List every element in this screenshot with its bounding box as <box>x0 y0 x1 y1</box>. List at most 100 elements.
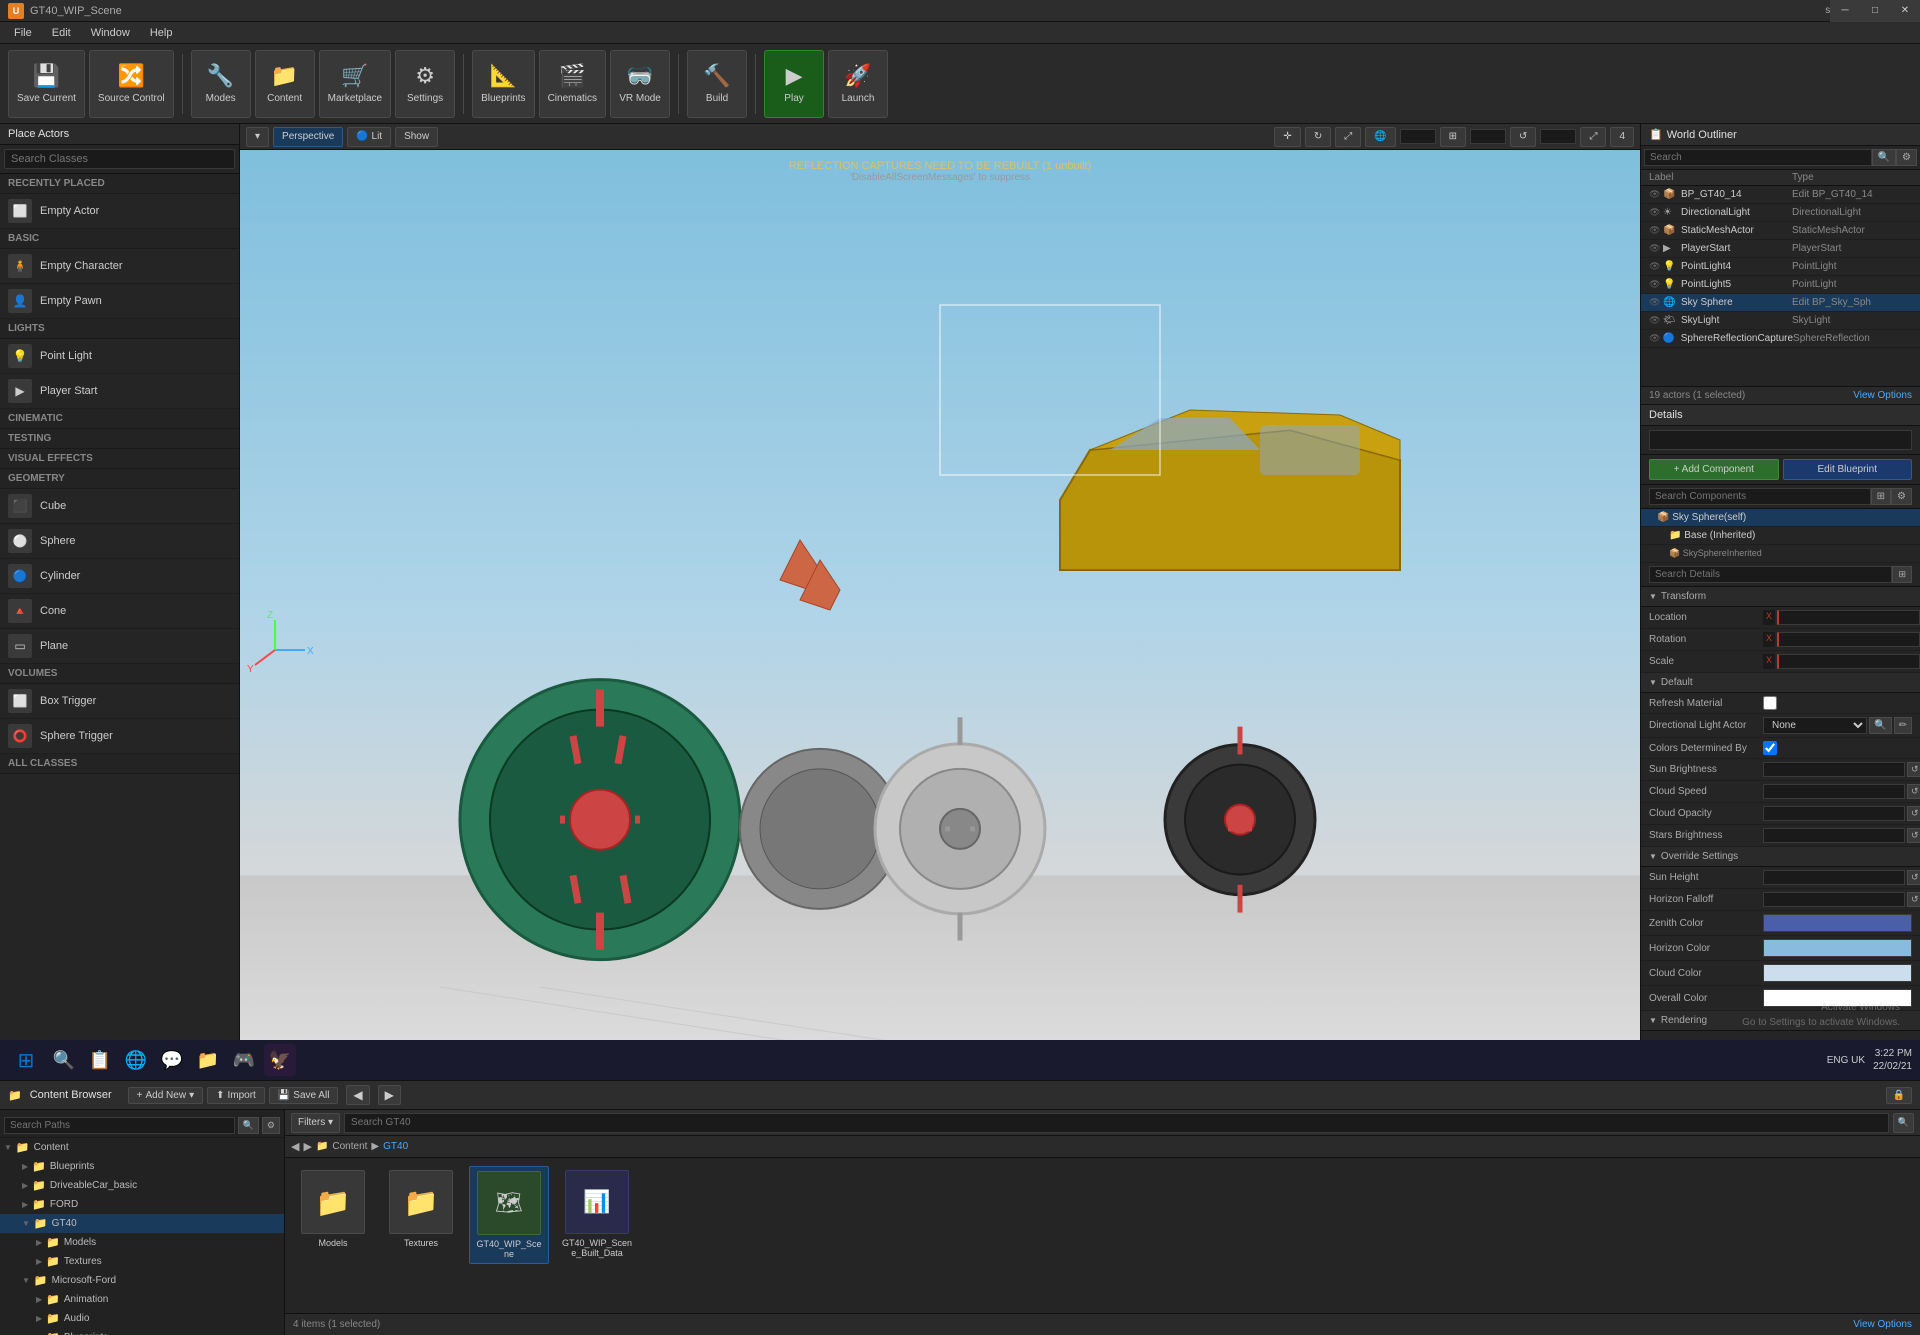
actor-point-light[interactable]: 💡 Point Light <box>0 339 239 374</box>
maximize-button[interactable]: □ <box>1860 0 1890 22</box>
category-lights[interactable]: Lights <box>0 319 239 339</box>
cb-path-back[interactable]: ◀ <box>291 1140 299 1153</box>
cloud-opacity-input[interactable]: 0.0 <box>1763 806 1905 821</box>
actor-cone[interactable]: 🔺 Cone <box>0 594 239 629</box>
override-settings-header[interactable]: ▼ Override Settings <box>1641 847 1920 867</box>
cb-item-built-data[interactable]: 📊 GT40_WIP_Scene_Built_Data <box>557 1166 637 1264</box>
scale-snap-button[interactable]: ⤢ <box>1580 127 1606 147</box>
cloud-speed-reset[interactable]: ↺ <box>1907 784 1920 799</box>
outliner-item-directional-light[interactable]: 👁 ☀ DirectionalLight DirectionalLight <box>1641 204 1920 222</box>
search-details-input[interactable] <box>1649 566 1892 583</box>
rotate-button[interactable]: ↻ <box>1305 127 1331 147</box>
refresh-material-checkbox[interactable] <box>1763 696 1777 710</box>
actor-empty-character[interactable]: 🧍 Empty Character <box>0 249 239 284</box>
tree-ford[interactable]: ▶ 📁 FORD <box>0 1195 284 1214</box>
outliner-search-input[interactable] <box>1644 149 1872 166</box>
category-visual-effects[interactable]: Visual Effects <box>0 449 239 469</box>
lit-button[interactable]: 🔵 Lit <box>347 127 391 147</box>
search-components-input[interactable] <box>1649 488 1871 505</box>
category-testing[interactable]: Testing <box>0 429 239 449</box>
default-section-header[interactable]: ▼ Default <box>1641 673 1920 693</box>
directional-light-actor-edit[interactable]: ✏ <box>1894 717 1912 734</box>
component-layout-button[interactable]: ⊞ <box>1871 488 1891 505</box>
directional-light-actor-pick[interactable]: 🔍 <box>1869 717 1891 734</box>
rotation-snap-button[interactable]: ↺ <box>1510 127 1536 147</box>
cb-search-button[interactable]: 🔍 <box>1893 1113 1914 1133</box>
outliner-options-button[interactable]: ⚙ <box>1896 149 1917 166</box>
outliner-search-button[interactable]: 🔍 <box>1872 149 1896 166</box>
add-component-button[interactable]: + Add Component <box>1649 459 1779 480</box>
directional-light-actor-dropdown[interactable]: None <box>1763 717 1867 734</box>
outliner-item-sphere-reflection[interactable]: 👁 🔵 SphereReflectionCapture SphereReflec… <box>1641 330 1920 348</box>
component-settings-button[interactable]: ⚙ <box>1891 488 1912 505</box>
blueprints-button[interactable]: 📐 Blueprints <box>472 50 534 118</box>
transform-section-header[interactable]: ▼ Transform <box>1641 587 1920 607</box>
tree-models[interactable]: ▶ 📁 Models <box>0 1233 284 1252</box>
play-button[interactable]: ▶ Play <box>764 50 824 118</box>
taskbar-search[interactable]: 🔍 <box>48 1044 80 1076</box>
menu-window[interactable]: Window <box>81 25 140 41</box>
start-button[interactable]: ⊞ <box>8 1042 44 1078</box>
actor-sphere-trigger[interactable]: ⭕ Sphere Trigger <box>0 719 239 754</box>
menu-help[interactable]: Help <box>140 25 183 41</box>
taskbar-task-view[interactable]: 📋 <box>84 1044 116 1076</box>
taskbar-game[interactable]: 🎮 <box>228 1044 260 1076</box>
content-button[interactable]: 📁 Content <box>255 50 315 118</box>
actor-cylinder[interactable]: 🔵 Cylinder <box>0 559 239 594</box>
camera-speed-button[interactable]: 4 <box>1610 127 1634 147</box>
launch-button[interactable]: 🚀 Launch <box>828 50 888 118</box>
horizon-falloff-reset[interactable]: ↺ <box>1907 892 1920 907</box>
outliner-item-bp-gt40[interactable]: 👁 📦 BP_GT40_14 Edit BP_GT40_14 <box>1641 186 1920 204</box>
source-control-button[interactable]: 🔀 Source Control <box>89 50 174 118</box>
modes-button[interactable]: 🔧 Modes <box>191 50 251 118</box>
tree-blueprints2[interactable]: ▶ 📁 Blueprints <box>0 1328 284 1335</box>
nav-forward-button[interactable]: ▶ <box>378 1085 401 1105</box>
actor-empty-actor[interactable]: ⬜ Empty Actor <box>0 194 239 229</box>
outliner-item-skylight[interactable]: 👁 🌤 SkyLight SkyLight <box>1641 312 1920 330</box>
cloud-color-swatch[interactable] <box>1763 964 1912 982</box>
category-geometry[interactable]: Geometry <box>0 469 239 489</box>
tree-textures[interactable]: ▶ 📁 Textures <box>0 1252 284 1271</box>
viewport[interactable]: X Z Y REFLECTION CAPTURES NEED TO BE REB… <box>240 150 1640 1080</box>
cb-item-models[interactable]: 📁 Models <box>293 1166 373 1264</box>
category-all-classes[interactable]: All Classes <box>0 754 239 774</box>
show-button[interactable]: Show <box>395 127 438 147</box>
sun-height-input[interactable]: 0.700426 <box>1763 870 1905 885</box>
save-current-button[interactable]: 💾 Save Current <box>8 50 85 118</box>
lock-button[interactable]: 🔒 <box>1886 1087 1912 1104</box>
build-button[interactable]: 🔨 Build <box>687 50 747 118</box>
cb-filters-button[interactable]: Filters ▾ <box>291 1113 340 1133</box>
taskbar-explorer[interactable]: 📁 <box>192 1044 224 1076</box>
tree-microsoft-ford[interactable]: ▼ 📁 Microsoft-Ford <box>0 1271 284 1290</box>
actor-cube[interactable]: ⬛ Cube <box>0 489 239 524</box>
save-all-button[interactable]: 💾 Save All <box>269 1087 339 1104</box>
scale-x[interactable]: 1.0 <box>1777 654 1920 669</box>
actor-sphere[interactable]: ⚪ Sphere <box>0 524 239 559</box>
cloud-opacity-reset[interactable]: ↺ <box>1907 806 1920 821</box>
nav-back-button[interactable]: ◀ <box>346 1085 369 1105</box>
cb-item-textures[interactable]: 📁 Textures <box>381 1166 461 1264</box>
outliner-item-static-mesh[interactable]: 👁 📦 StaticMeshActor StaticMeshActor <box>1641 222 1920 240</box>
actor-player-start[interactable]: ▶ Player Start <box>0 374 239 409</box>
category-basic[interactable]: Basic <box>0 229 239 249</box>
world-local-button[interactable]: 🌐 <box>1365 127 1395 147</box>
sun-height-reset[interactable]: ↺ <box>1907 870 1920 885</box>
sun-brightness-reset[interactable]: ↺ <box>1907 762 1920 777</box>
vr-mode-button[interactable]: 🥽 VR Mode <box>610 50 670 118</box>
path-content[interactable]: Content <box>332 1141 367 1152</box>
stars-brightness-reset[interactable]: ↺ <box>1907 828 1920 843</box>
search-paths-button[interactable]: 🔍 <box>238 1117 259 1134</box>
settings-button[interactable]: ⚙ Settings <box>395 50 455 118</box>
cb-search-input[interactable] <box>344 1113 1889 1133</box>
taskbar-edge[interactable]: 🌐 <box>120 1044 152 1076</box>
actor-empty-pawn[interactable]: 👤 Empty Pawn <box>0 284 239 319</box>
minimize-button[interactable]: ─ <box>1830 0 1860 22</box>
sun-brightness-input[interactable]: 75.0 <box>1763 762 1905 777</box>
viewport-dropdown-button[interactable]: ▾ <box>246 127 269 147</box>
path-gt40[interactable]: GT40 <box>383 1141 408 1152</box>
cinematics-button[interactable]: 🎬 Cinematics <box>539 50 606 118</box>
cloud-speed-input[interactable]: 2.0 <box>1763 784 1905 799</box>
rendering-section-header[interactable]: ▼ Rendering <box>1641 1011 1920 1031</box>
rotation-x[interactable]: 0.0° <box>1777 632 1920 647</box>
add-new-button[interactable]: + Add New ▾ <box>128 1087 203 1104</box>
